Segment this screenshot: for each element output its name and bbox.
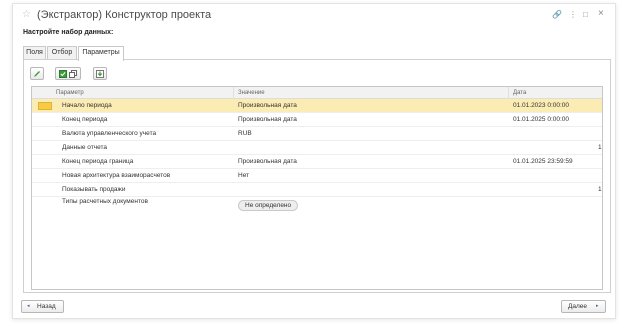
- param-cell: Данные отчета: [62, 144, 108, 151]
- value-cell[interactable]: Произвольная дата: [238, 113, 297, 127]
- value-cell[interactable]: Нет: [238, 169, 249, 183]
- back-button[interactable]: ◂ Назад: [21, 300, 64, 313]
- param-cell: Валюта управленческого учета: [62, 130, 157, 137]
- back-button-label: Назад: [37, 303, 56, 310]
- next-button-label: Далее: [568, 303, 588, 310]
- arrow-left-icon: ◂: [27, 303, 30, 309]
- column-header-date[interactable]: Дата: [509, 87, 604, 99]
- link-icon[interactable]: 🔗: [552, 10, 562, 20]
- next-button[interactable]: Далее ▸: [561, 300, 606, 313]
- date-cell[interactable]: 01.01.2023 0:00:00: [513, 99, 569, 113]
- tab-filter[interactable]: Отбор: [47, 46, 77, 60]
- import-icon: [96, 69, 104, 78]
- select-copy-button-group[interactable]: [55, 67, 81, 80]
- edit-button[interactable]: [30, 67, 44, 80]
- maximize-icon[interactable]: □: [583, 10, 588, 20]
- table-row[interactable]: Начало периода Произвольная дата 01.01.2…: [32, 99, 602, 113]
- flag-cell[interactable]: 1: [598, 141, 602, 155]
- row-marker: [38, 102, 52, 110]
- value-cell[interactable]: Произвольная дата: [238, 155, 297, 169]
- column-header-value[interactable]: Значение: [234, 87, 509, 99]
- table-row[interactable]: Конец периода Произвольная дата 01.01.20…: [32, 113, 602, 127]
- column-header-parameter[interactable]: Параметр: [52, 87, 234, 99]
- window-title: (Экстрактор) Конструктор проекта: [37, 9, 212, 21]
- table-row[interactable]: Типы расчетных документов Не определено: [32, 197, 602, 215]
- flag-cell[interactable]: 1: [598, 183, 602, 197]
- favorite-star-icon[interactable]: ☆: [22, 9, 31, 21]
- parameters-panel: Параметр Значение Дата Начало периода Пр…: [23, 59, 611, 293]
- param-cell: Конец периода граница: [62, 158, 134, 165]
- table-row[interactable]: Валюта управленческого учета RUB: [32, 127, 602, 141]
- table-row[interactable]: Конец периода граница Произвольная дата …: [32, 155, 602, 169]
- value-pill[interactable]: Не определено: [238, 200, 299, 211]
- constructor-window: ☆ (Экстрактор) Конструктор проекта 🔗 ⋮ □…: [12, 3, 616, 319]
- param-cell: Новая архитектура взаиморасчетов: [62, 172, 171, 179]
- table-row[interactable]: Данные отчета 1: [32, 141, 602, 155]
- param-cell: Типы расчетных документов: [62, 198, 148, 205]
- copy-icon[interactable]: [69, 69, 77, 78]
- param-cell: Начало периода: [62, 102, 112, 109]
- more-menu-icon[interactable]: ⋮: [569, 10, 577, 20]
- tab-fields[interactable]: Поля: [23, 46, 46, 60]
- title-bar: ☆ (Экстрактор) Конструктор проекта 🔗 ⋮ □…: [13, 4, 615, 26]
- section-subtitle: Настройте набор данных:: [23, 29, 114, 36]
- arrow-right-icon: ▸: [596, 303, 599, 309]
- table-row[interactable]: Новая архитектура взаиморасчетов Нет: [32, 169, 602, 183]
- parameters-table: Параметр Значение Дата Начало периода Пр…: [31, 86, 603, 290]
- import-button[interactable]: [93, 67, 107, 80]
- table-header: Параметр Значение Дата: [32, 87, 602, 99]
- close-icon[interactable]: ×: [598, 9, 604, 19]
- param-cell: Конец периода: [62, 116, 108, 123]
- checkbox-checked-icon[interactable]: [59, 69, 67, 78]
- value-cell[interactable]: Произвольная дата: [238, 99, 297, 113]
- pencil-icon: [34, 70, 40, 77]
- tab-parameters[interactable]: Параметры: [78, 46, 124, 61]
- value-cell[interactable]: RUB: [238, 127, 252, 141]
- date-cell[interactable]: 01.01.2025 0:00:00: [513, 113, 569, 127]
- date-cell[interactable]: 01.01.2025 23:59:59: [513, 155, 573, 169]
